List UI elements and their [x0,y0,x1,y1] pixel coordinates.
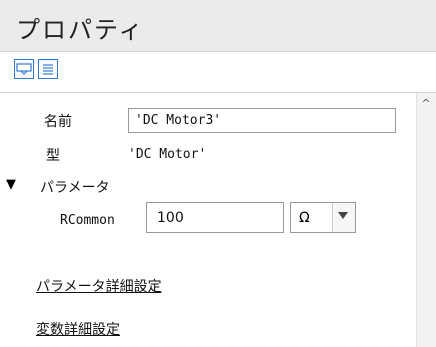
vertical-scrollbar[interactable]: ^ [416,93,436,347]
type-label: 型 [46,148,60,164]
unit-select-value: Ω [299,210,310,226]
scroll-up-icon[interactable]: ^ [420,97,432,110]
var-detail-link[interactable]: 変数詳細設定 [36,319,120,339]
chevron-down-icon[interactable] [332,203,355,232]
list-view-button[interactable] [38,59,58,79]
property-view-icon [16,63,32,75]
parameters-section-label: パラメータ [40,180,110,196]
unit-select[interactable]: Ω [290,202,356,233]
toolbar [0,52,436,93]
property-view-button[interactable] [14,59,34,79]
properties-content: 名前 型 'DC Motor' ▼ パラメータ RCommon Ω パラメータ詳… [0,93,416,347]
name-field[interactable] [128,108,396,133]
collapse-toggle-icon[interactable]: ▼ [6,177,16,192]
list-view-icon [43,64,53,75]
properties-panel: プロパティ 名前 型 'DC Motor' ▼ パラメータ RC [0,0,436,347]
panel-header: プロパティ [0,0,436,52]
name-label: 名前 [44,114,72,130]
param-detail-link[interactable]: パラメータ詳細設定 [36,276,162,296]
param-name: RCommon [60,213,115,228]
panel-title: プロパティ [16,16,145,44]
type-value: 'DC Motor' [128,147,207,162]
param-value-field[interactable] [146,202,284,233]
